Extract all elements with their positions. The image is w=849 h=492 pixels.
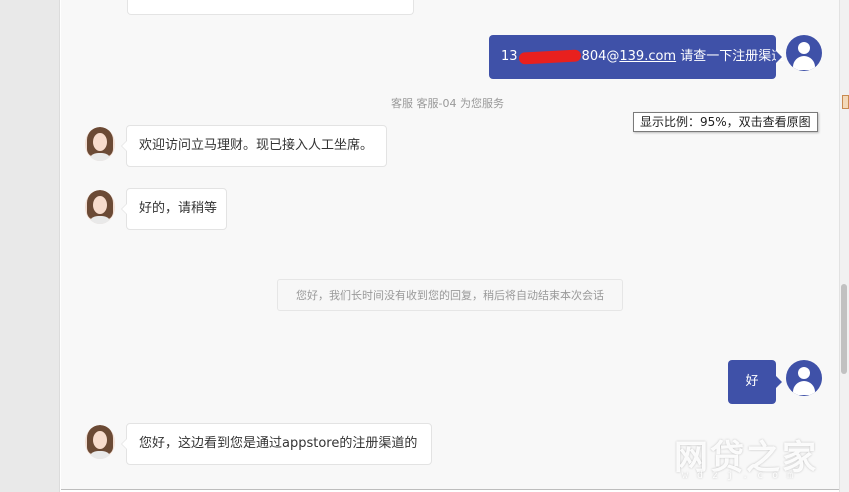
email-prefix: 13	[501, 49, 518, 64]
agent-avatar	[85, 190, 115, 224]
agent-avatar	[85, 127, 115, 161]
agent-assigned-notice: 客服 客服-04 为您服务	[391, 97, 504, 110]
agent-message-bubble: 欢迎访问立马理财。现已接入人工坐席。	[121, 125, 387, 167]
user-message-text: 请查一下注册渠道	[676, 49, 785, 64]
scrollbar-track[interactable]	[839, 0, 849, 492]
agent-avatar	[85, 425, 115, 459]
left-gutter	[0, 0, 60, 492]
redaction-mark	[518, 48, 581, 65]
scrollbar-thumb[interactable]	[841, 284, 847, 374]
previous-message-bubble	[127, 0, 414, 15]
user-message-bubble: 好	[728, 360, 782, 404]
user-message-bubble: 13 804@139.com 请查一下注册渠道	[489, 35, 784, 79]
agent-message-bubble: 好的，请稍等	[121, 188, 227, 230]
email-link[interactable]: 139.com	[619, 49, 676, 64]
user-avatar-icon	[786, 35, 822, 71]
idle-timeout-notice: 您好，我们长时间没有收到您的回复，稍后将自动结束本次会话	[277, 279, 623, 311]
agent-message-bubble: 您好，这边看到您是通过appstore的注册渠道的	[121, 423, 432, 465]
edge-image-icon	[842, 95, 849, 109]
email-suffix: 804@	[581, 49, 620, 64]
watermark-logo: 网贷之家 wdzj.com	[674, 438, 818, 481]
user-avatar-icon	[786, 360, 822, 396]
zoom-tooltip: 显示比例：95%，双击查看原图	[633, 112, 818, 132]
